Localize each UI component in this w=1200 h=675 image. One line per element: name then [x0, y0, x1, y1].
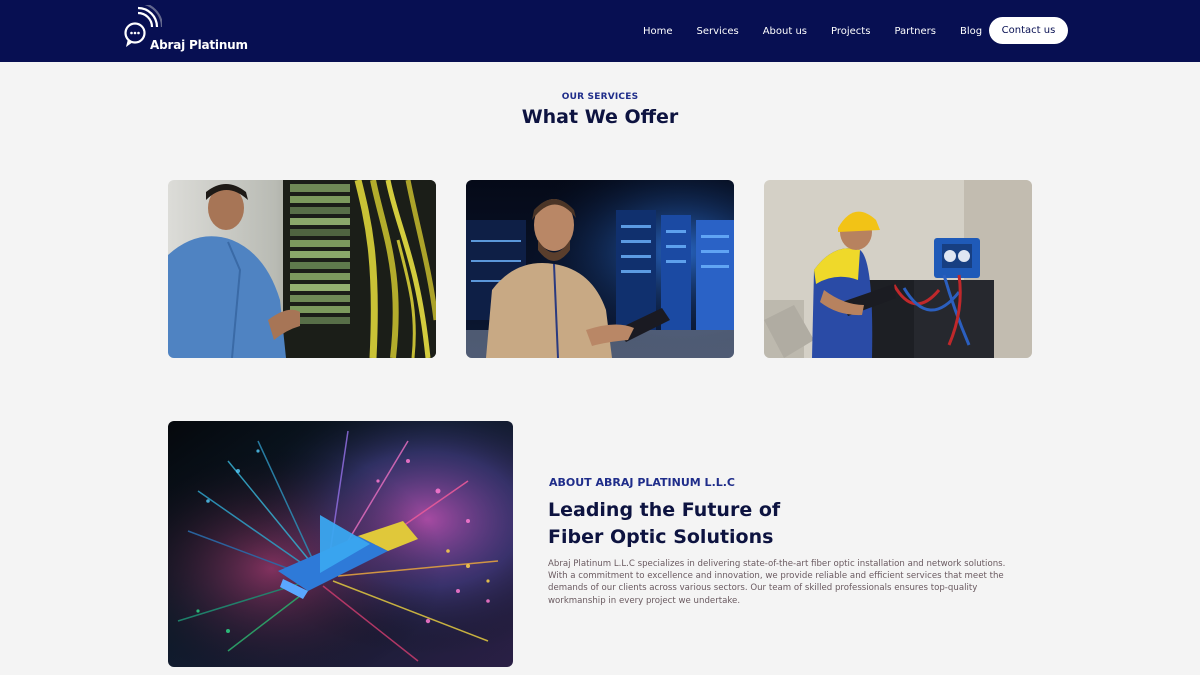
nav-blog[interactable]: Blog	[960, 26, 982, 37]
brand-name: Abraj Platinum	[150, 38, 248, 52]
technician-fiber-patch-panel-photo	[168, 180, 436, 358]
worker-hardhat-equipment-photo	[764, 180, 1032, 358]
about-video-thumbnail[interactable]	[168, 421, 513, 667]
services-eyebrow: OUR SERVICES	[561, 92, 639, 102]
engineer-server-room-tablet-photo	[466, 180, 734, 358]
navbar: Abraj Platinum Home Services About us Pr…	[0, 0, 1200, 62]
about-title-line-2: Fiber Optic Solutions	[548, 526, 774, 548]
about-title: Leading the Future of Fiber Optic Soluti…	[548, 497, 848, 551]
nav-projects[interactable]: Projects	[831, 26, 870, 37]
contact-us-button[interactable]: Contact us	[989, 17, 1068, 44]
about-title-line-1: Leading the Future of	[548, 499, 781, 521]
main-nav: Home Services About us Projects Partners…	[630, 0, 1006, 62]
service-card-image-3[interactable]	[764, 180, 1032, 358]
service-card-image-1[interactable]	[168, 180, 436, 358]
nav-services[interactable]: Services	[697, 26, 739, 37]
nav-about-us[interactable]: About us	[763, 26, 807, 37]
nav-partners[interactable]: Partners	[894, 26, 936, 37]
service-card-image-2[interactable]	[466, 180, 734, 358]
about-description: Abraj Platinum L.L.C specializes in deli…	[548, 559, 1006, 606]
about-eyebrow: ABOUT ABRAJ PLATINUM L.L.C	[549, 476, 736, 489]
services-title: What We Offer	[521, 106, 679, 128]
brand-logo[interactable]: Abraj Platinum	[122, 5, 248, 57]
nav-home[interactable]: Home	[643, 26, 673, 37]
play-icon[interactable]	[308, 509, 378, 579]
